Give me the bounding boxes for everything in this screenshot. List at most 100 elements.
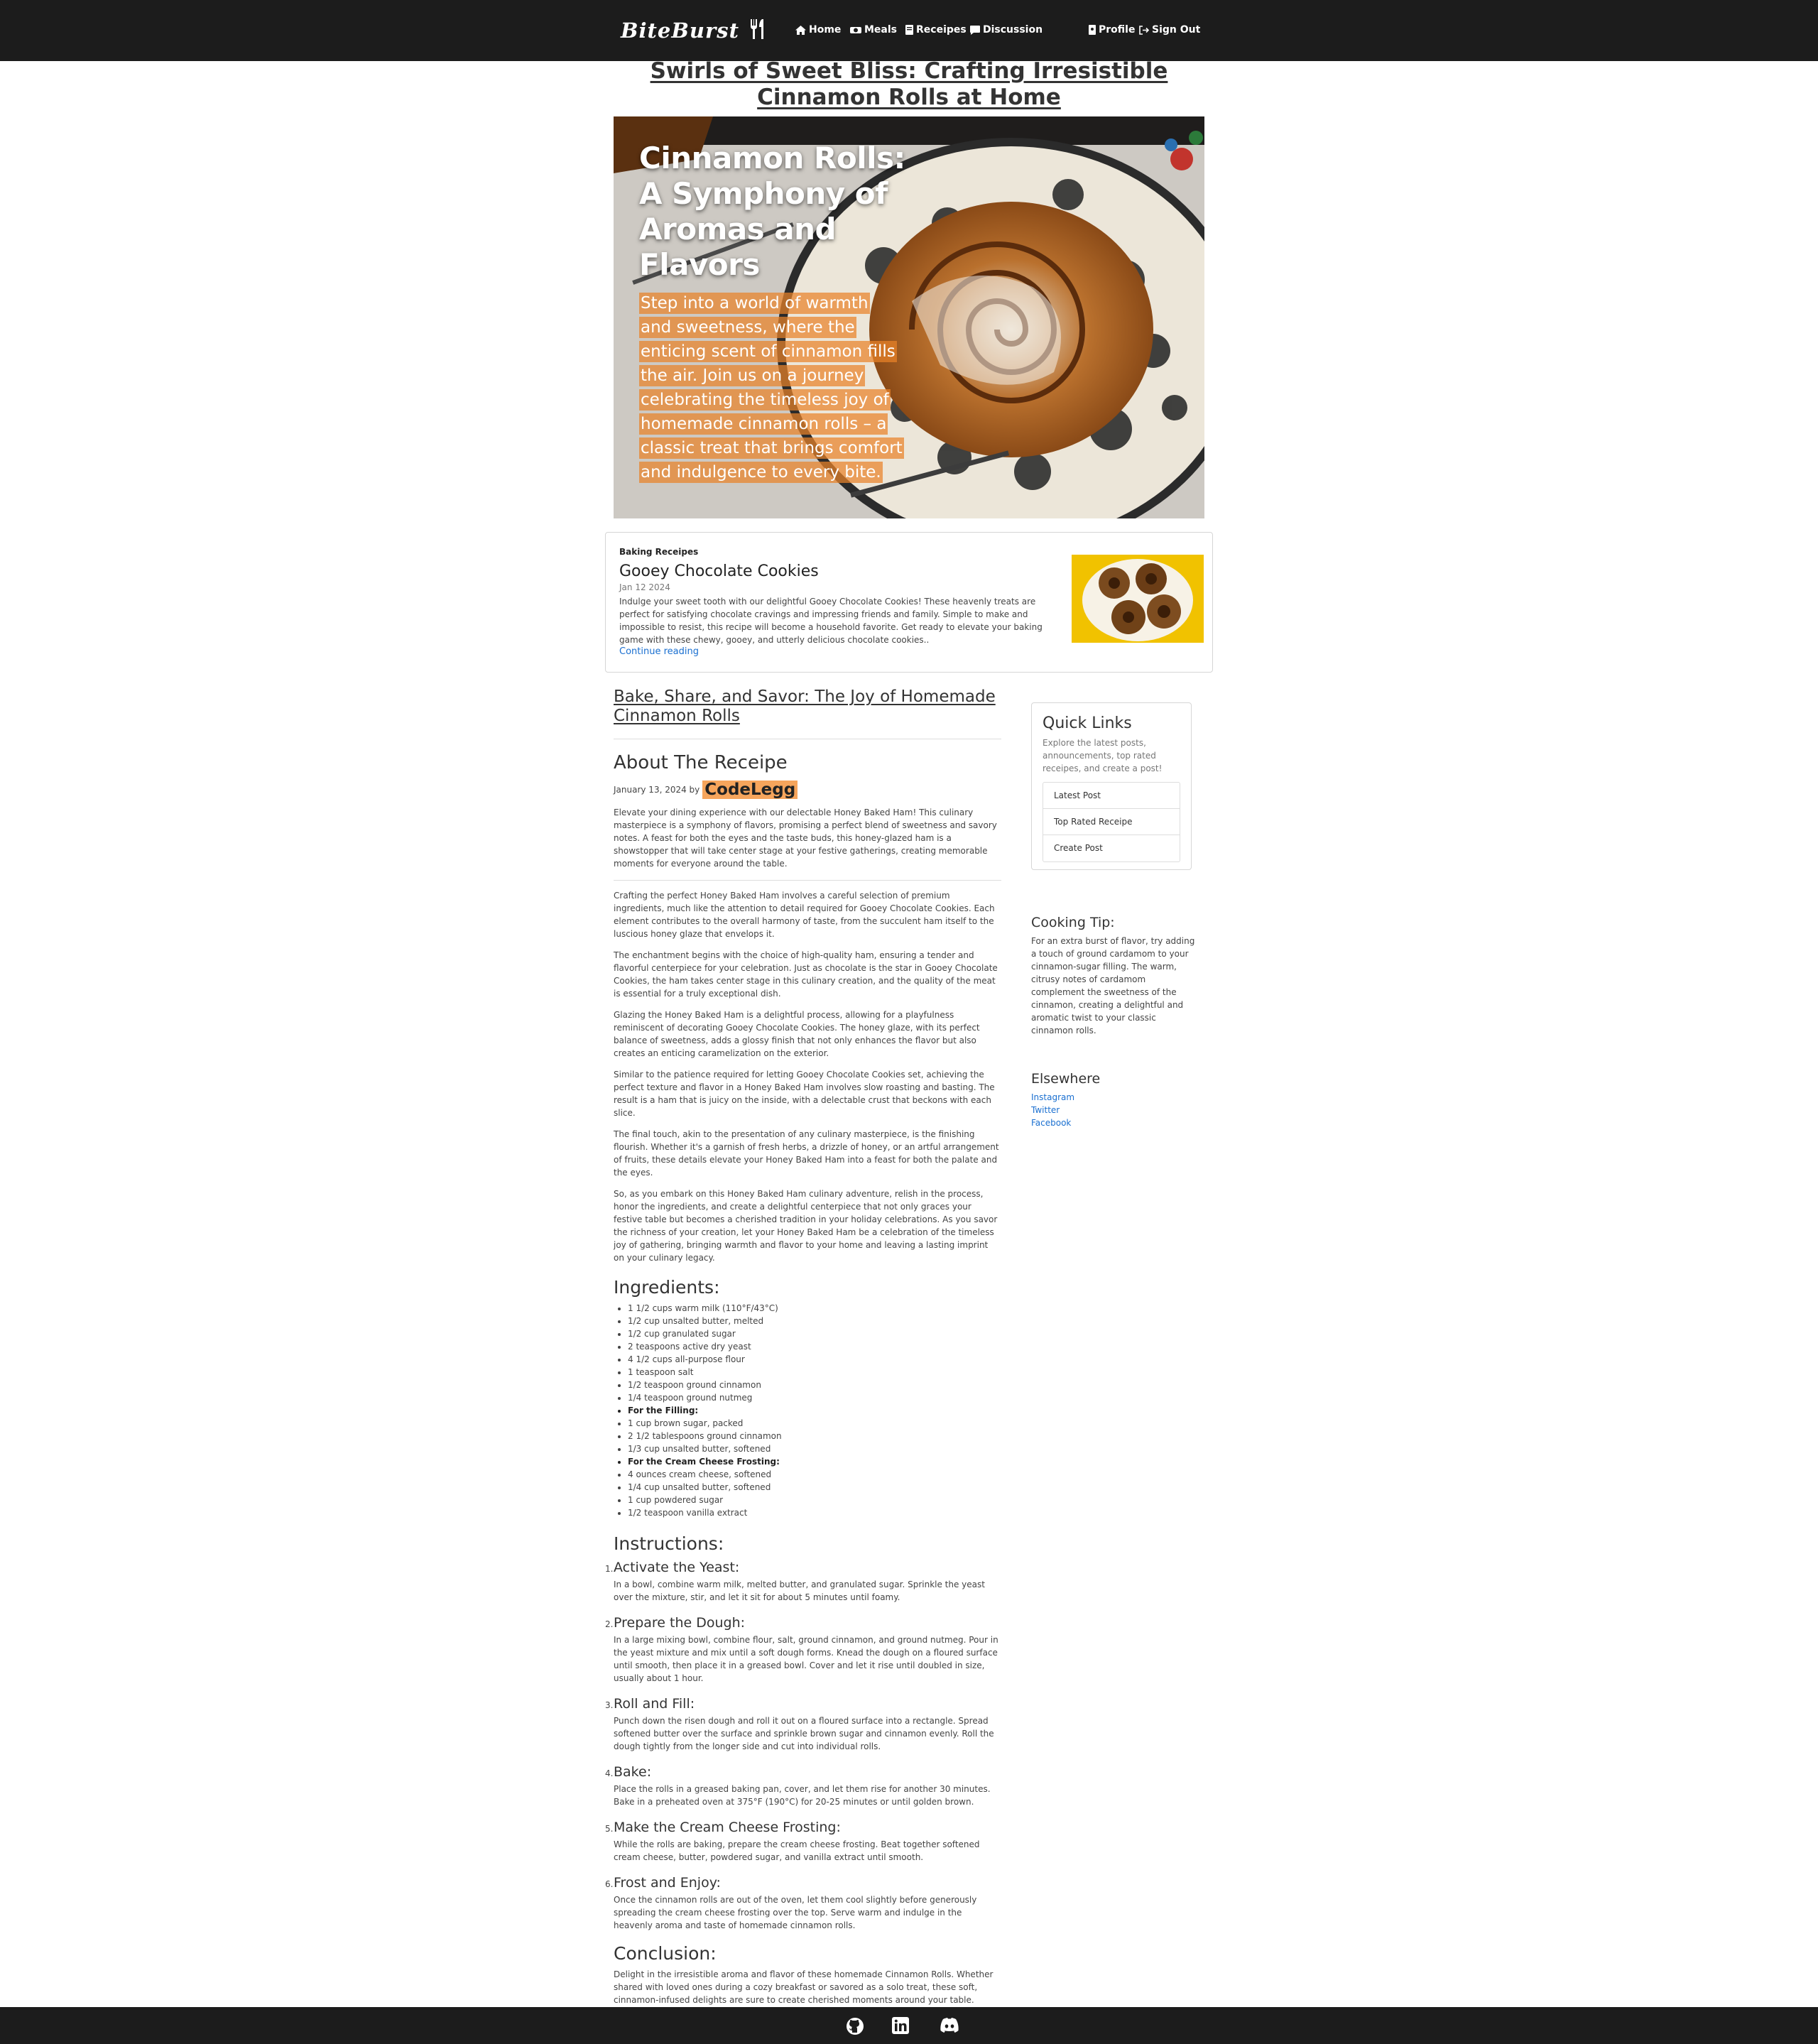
discord-icon[interactable] xyxy=(939,2017,960,2035)
instruction-step: Frost and Enjoy: Once the cinnamon rolls… xyxy=(605,1875,1001,1932)
step-text: Once the cinnamon rolls are out of the o… xyxy=(614,1895,977,1930)
step-title: Roll and Fill: xyxy=(614,1696,695,1712)
ingredient-group-heading: For the Filling: xyxy=(628,1404,1001,1417)
nav-meals[interactable]: Meals xyxy=(850,21,897,38)
step-text: In a large mixing bowl, combine flour, s… xyxy=(614,1635,998,1683)
featured-category: Baking Receipes xyxy=(619,547,699,557)
article-main: Bake, Share, and Savor: The Joy of Homem… xyxy=(605,687,1001,2019)
ingredient-item: 1 teaspoon salt xyxy=(628,1366,1001,1379)
nav-meals-label: Meals xyxy=(864,24,898,36)
quick-link-top-rated[interactable]: Top Rated Receipe xyxy=(1043,809,1180,835)
nav-home[interactable]: Home xyxy=(795,21,841,38)
instructions-title: Instructions: xyxy=(614,1533,724,1554)
featured-title: Gooey Chocolate Cookies xyxy=(619,562,819,580)
hero-banner: Cinnamon Rolls: A Symphony of Aromas and… xyxy=(614,116,1204,518)
ingredient-item: 1/4 cup unsalted butter, softened xyxy=(628,1481,1001,1494)
home-icon xyxy=(795,25,806,35)
post-date: January 13, 2024 by xyxy=(614,785,700,795)
featured-excerpt: Indulge your sweet tooth with our deligh… xyxy=(619,597,1043,645)
elsewhere-title: Elsewhere xyxy=(1031,1071,1101,1087)
paragraph: Similar to the patience required for let… xyxy=(614,1070,995,1118)
footer xyxy=(0,2007,1818,2044)
nav-receipes[interactable]: Receipes xyxy=(905,21,967,38)
ingredients-title: Ingredients: xyxy=(614,1277,720,1298)
ingredient-item: 1 cup brown sugar, packed xyxy=(628,1417,1001,1430)
step-text: In a bowl, combine warm milk, melted but… xyxy=(614,1580,985,1602)
step-title: Activate the Yeast: xyxy=(614,1560,740,1575)
utensils-icon xyxy=(850,26,861,35)
nav-sign-out-label: Sign Out xyxy=(1152,24,1201,36)
byline: January 13, 2024 by CodeLegg xyxy=(614,781,1001,799)
quick-links-list: Latest Post Top Rated Receipe Create Pos… xyxy=(1043,782,1180,862)
step-title: Bake: xyxy=(614,1764,652,1780)
nav-profile[interactable]: Profile xyxy=(1089,21,1135,38)
featured-post-card: Baking Receipes Gooey Chocolate Cookies … xyxy=(605,532,1213,673)
step-title: Frost and Enjoy: xyxy=(614,1875,721,1891)
book-icon xyxy=(905,25,913,35)
quick-link-create-post[interactable]: Create Post xyxy=(1043,835,1180,861)
ingredient-item: 4 1/2 cups all-purpose flour xyxy=(628,1353,1001,1366)
ingredient-item: 1/3 cup unsalted butter, softened xyxy=(628,1442,1001,1455)
ingredient-item: 1 1/2 cups warm milk (110°F/43°C) xyxy=(628,1302,1001,1315)
paragraph: The final touch, akin to the presentatio… xyxy=(614,1129,999,1178)
id-card-icon xyxy=(1089,25,1096,35)
ingredient-item: 1/2 teaspoon ground cinnamon xyxy=(628,1379,1001,1391)
ingredient-item: 1/2 teaspoon vanilla extract xyxy=(628,1506,1001,1519)
twitter-link[interactable]: Twitter xyxy=(1031,1104,1196,1116)
instruction-step: Activate the Yeast: In a bowl, combine w… xyxy=(605,1560,1001,1604)
ingredient-group-heading: For the Cream Cheese Frosting: xyxy=(628,1455,1001,1468)
linkedin-icon[interactable] xyxy=(892,2017,910,2035)
quick-links-panel: Quick Links Explore the latest posts, an… xyxy=(1031,702,1192,870)
article-section-title[interactable]: Bake, Share, and Savor: The Joy of Homem… xyxy=(614,687,1001,726)
brand-name[interactable]: BiteBurst xyxy=(621,18,739,43)
ingredient-item: 1 cup powdered sugar xyxy=(628,1494,1001,1506)
paragraph: Crafting the perfect Honey Baked Ham inv… xyxy=(614,891,995,939)
instagram-link[interactable]: Instagram xyxy=(1031,1091,1196,1104)
divider xyxy=(614,880,1001,881)
github-icon[interactable] xyxy=(846,2017,864,2035)
nav-sign-out[interactable]: Sign Out xyxy=(1139,21,1200,38)
ingredient-item: 1/2 cup granulated sugar xyxy=(628,1327,1001,1340)
comment-icon xyxy=(970,25,980,35)
brand-logo[interactable]: BiteBurst xyxy=(621,11,769,50)
nav-receipes-label: Receipes xyxy=(916,24,967,36)
ingredient-item: 4 ounces cream cheese, softened xyxy=(628,1468,1001,1481)
author-name[interactable]: CodeLegg xyxy=(702,781,798,799)
featured-date: Jan 12 2024 xyxy=(619,582,670,592)
instruction-step: Roll and Fill: Punch down the risen doug… xyxy=(605,1696,1001,1753)
paragraph: Glazing the Honey Baked Ham is a delight… xyxy=(614,1010,980,1058)
nav-discussion[interactable]: Discussion xyxy=(970,21,1043,38)
hero-description-text: Step into a world of warmth and sweetnes… xyxy=(639,293,904,483)
quick-link-latest-post[interactable]: Latest Post xyxy=(1043,783,1180,809)
quick-links-description: Explore the latest posts, announcements,… xyxy=(1043,738,1163,773)
hero-title: Cinnamon Rolls: A Symphony of Aromas and… xyxy=(639,141,905,282)
facebook-link[interactable]: Facebook xyxy=(1031,1116,1196,1129)
nav-home-label: Home xyxy=(809,24,842,36)
paragraph: The enchantment begins with the choice o… xyxy=(614,950,998,999)
quick-links-title: Quick Links xyxy=(1043,714,1132,732)
ingredient-item: 2 1/2 tablespoons ground cinnamon xyxy=(628,1430,1001,1442)
ingredient-item: 1/4 teaspoon ground nutmeg xyxy=(628,1391,1001,1404)
ingredient-item: 1/2 cup unsalted butter, melted xyxy=(628,1315,1001,1327)
cooking-tip-title: Cooking Tip: xyxy=(1031,915,1115,930)
navbar: BiteBurst Home Meals Receipes Discussion… xyxy=(0,0,1818,61)
ingredient-item: 2 teaspoons active dry yeast xyxy=(628,1340,1001,1353)
step-title: Make the Cream Cheese Frosting: xyxy=(614,1820,841,1835)
cooking-tip-panel: Cooking Tip: For an extra burst of flavo… xyxy=(1031,915,1196,1037)
step-title: Prepare the Dough: xyxy=(614,1615,746,1631)
cooking-tip-text: For an extra burst of flavor, try adding… xyxy=(1031,936,1195,1035)
instruction-step: Bake: Place the rolls in a greased bakin… xyxy=(605,1764,1001,1808)
hero-description: Step into a world of warmth and sweetnes… xyxy=(639,291,904,484)
nav-profile-label: Profile xyxy=(1099,24,1136,36)
sign-out-icon xyxy=(1139,25,1149,35)
nav-discussion-label: Discussion xyxy=(983,24,1043,36)
paragraph: So, as you embark on this Honey Baked Ha… xyxy=(614,1189,998,1263)
conclusion-title: Conclusion: xyxy=(614,1943,717,1964)
instruction-step: Prepare the Dough: In a large mixing bow… xyxy=(605,1615,1001,1685)
step-text: While the rolls are baking, prepare the … xyxy=(614,1839,980,1862)
about-title: About The Receipe xyxy=(614,752,788,773)
instructions-list: Activate the Yeast: In a bowl, combine w… xyxy=(605,1560,1001,1932)
step-text: Place the rolls in a greased baking pan,… xyxy=(614,1784,991,1807)
ingredients-list: 1 1/2 cups warm milk (110°F/43°C) 1/2 cu… xyxy=(628,1302,1001,1519)
continue-reading-link[interactable]: Continue reading xyxy=(619,646,699,657)
